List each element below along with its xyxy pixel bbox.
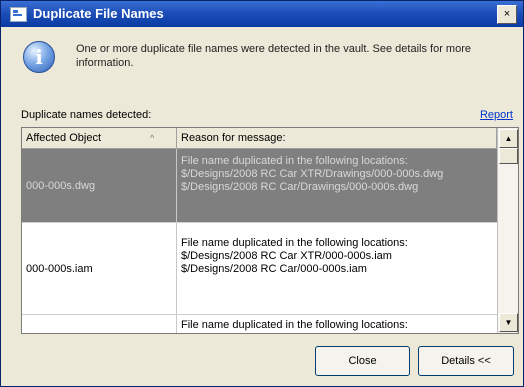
scroll-down-icon[interactable]: ▼ [499,313,518,332]
table-row[interactable]: 000-000s.iam File name duplicated in the… [22,223,497,315]
info-icon: i [23,41,55,73]
reason-cell: File name duplicated in the following lo… [177,315,497,332]
column-header-reason[interactable]: Reason for message: [177,128,497,148]
app-window-icon [10,7,27,22]
column-header-affected-object[interactable]: Affected Object ^ [22,128,177,148]
table-row[interactable]: 000-000s.dwg File name duplicated in the… [22,149,497,223]
affected-object-value: 000-000s.dwg [26,179,96,192]
reason-cell: File name duplicated in the following lo… [177,149,497,194]
dialog-message: One or more duplicate file names were de… [76,43,471,69]
close-button[interactable]: Close [315,346,410,376]
duplicates-label: Duplicate names detected: [21,109,152,121]
cell-affected-object [22,315,177,333]
close-window-button[interactable]: × [497,5,517,24]
grid-header: Affected Object ^ Reason for message: [22,128,497,149]
table-row[interactable]: File name duplicated in the following lo… [22,315,497,333]
report-link[interactable]: Report [480,109,513,121]
reason-value: File name duplicated in the following lo… [181,155,444,193]
sort-ascending-icon: ^ [150,133,155,143]
affected-object-value: 000-000s.iam [26,262,93,275]
dialog-title: Duplicate File Names [33,6,164,21]
cell-affected-object: 000-000s.dwg [22,149,177,222]
reason-cell: File name duplicated in the following lo… [177,223,497,276]
cell-affected-object: 000-000s.iam [22,223,177,314]
reason-value: File name duplicated in the following lo… [181,319,408,331]
column-header-label: Affected Object [26,132,102,144]
vertical-scrollbar[interactable]: ▲ ▼ [497,128,518,333]
scroll-up-icon[interactable]: ▲ [499,129,518,148]
duplicate-file-names-dialog: Duplicate File Names × i One or more dup… [0,0,524,387]
duplicates-grid: Affected Object ^ Reason for message: 00… [21,127,519,334]
details-toggle-button[interactable]: Details << [418,346,514,376]
title-bar[interactable]: Duplicate File Names × [1,1,523,27]
scroll-thumb[interactable] [499,148,518,164]
reason-value: File name duplicated in the following lo… [181,237,408,275]
